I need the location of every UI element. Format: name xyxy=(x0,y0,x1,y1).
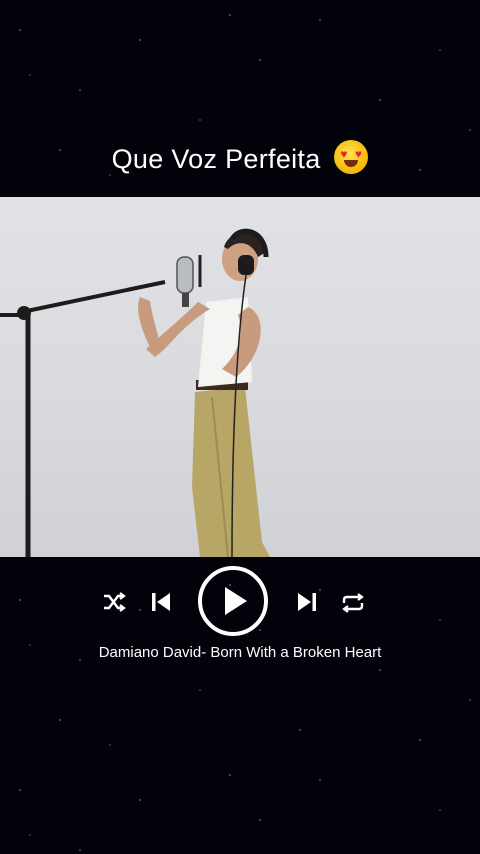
caption-text: Que Voz Perfeita xyxy=(111,144,321,174)
video-caption: Que Voz Perfeita ♥ ♥ xyxy=(0,140,480,175)
music-player-controls xyxy=(0,566,480,640)
play-button[interactable] xyxy=(198,566,268,636)
video-frame[interactable] xyxy=(0,197,480,557)
repeat-icon[interactable] xyxy=(341,593,365,613)
singer-illustration xyxy=(0,228,270,557)
shuffle-icon[interactable] xyxy=(102,592,126,612)
skip-previous-icon[interactable] xyxy=(150,591,172,613)
song-title: Damiano David- Born With a Broken Heart xyxy=(98,644,382,661)
heart-eyes-emoji-icon: ♥ ♥ xyxy=(334,140,369,174)
play-icon xyxy=(225,587,247,615)
skip-next-icon[interactable] xyxy=(296,591,318,613)
